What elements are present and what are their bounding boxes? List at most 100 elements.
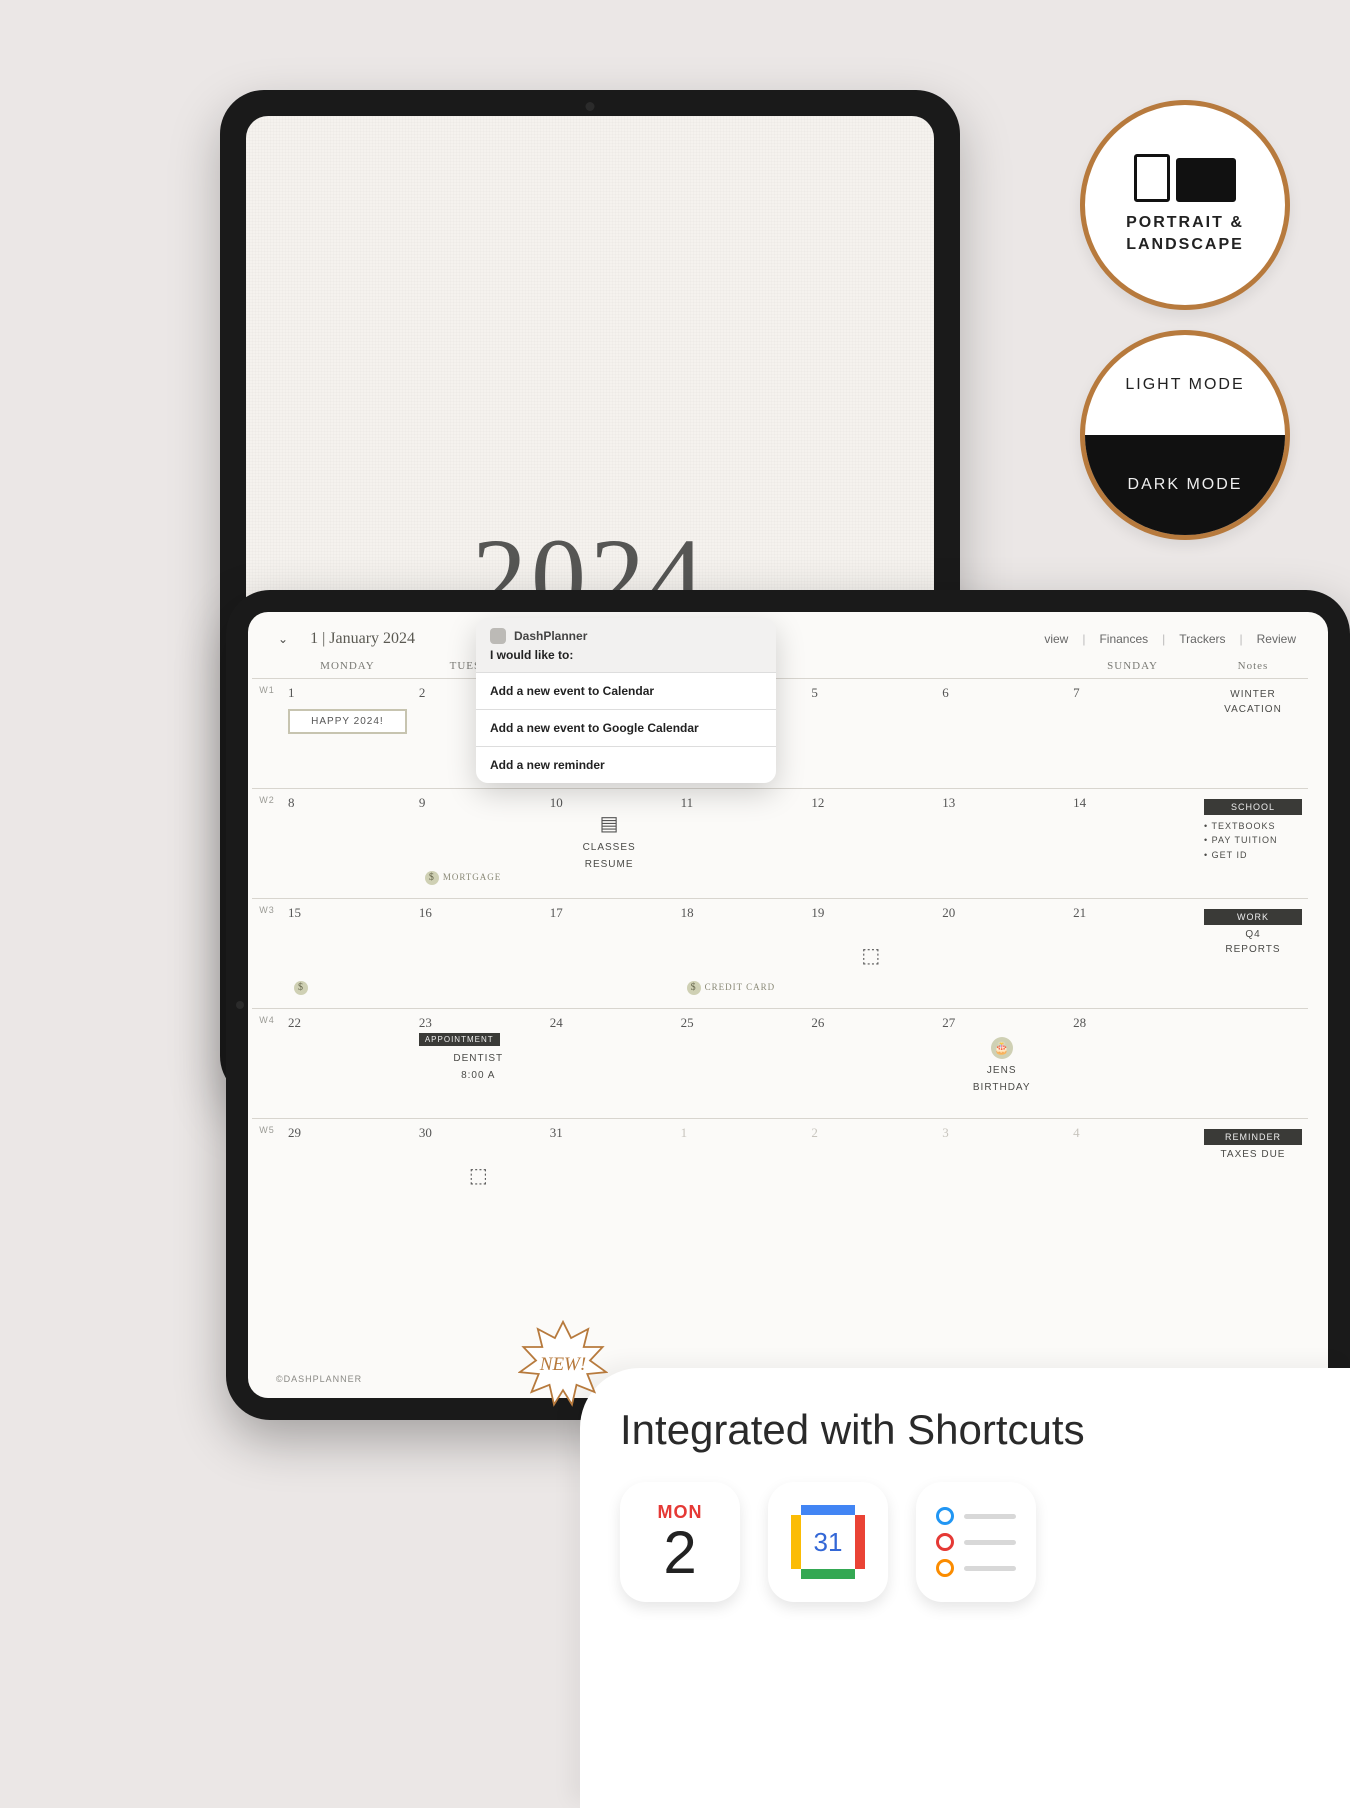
day-number: 26 — [811, 1015, 930, 1031]
planner-month-view: ⌄ 1 | January 2024 view|Finances|Tracker… — [248, 612, 1328, 1398]
notes-cell[interactable]: WORKQ4REPORTS — [1198, 899, 1308, 1008]
calendar-cell[interactable]: 26 — [805, 1009, 936, 1118]
nav-link[interactable]: Trackers — [1177, 632, 1227, 646]
money-pill: $MORTGAGE — [419, 869, 507, 887]
calendar-cell[interactable]: 18 $CREDIT CARD — [675, 899, 806, 1008]
nav-link[interactable]: Review — [1255, 632, 1298, 646]
camera-dot — [586, 102, 595, 111]
day-number: 16 — [419, 905, 538, 921]
calendar-cell[interactable]: 27🎂JENSBIRTHDAY — [936, 1009, 1067, 1118]
calendar-cell[interactable]: 28 — [1067, 1009, 1198, 1118]
day-number: 22 — [288, 1015, 407, 1031]
day-number: 11 — [681, 795, 800, 811]
calendar-cell[interactable]: 5 — [805, 679, 936, 788]
collapse-icon[interactable]: ⌄ — [278, 632, 288, 646]
calendar-cell[interactable]: 30⬚ — [413, 1119, 544, 1228]
notes-cell[interactable]: REMINDERTAXES DUE — [1198, 1119, 1308, 1228]
orientation-line1: PORTRAIT & — [1126, 214, 1244, 231]
weekday-label — [936, 660, 1067, 672]
calendar-cell[interactable]: 1 — [675, 1119, 806, 1228]
calendar-cell[interactable]: 23APPOINTMENTDENTIST8:00 A — [413, 1009, 544, 1118]
calendar-cell[interactable]: 29 — [282, 1119, 413, 1228]
note-heading: WORK — [1204, 909, 1302, 925]
week-label: W3 — [252, 899, 282, 1008]
app-icon-square — [490, 628, 506, 644]
day-number: 3 — [942, 1125, 1061, 1141]
calendar-cell[interactable]: 1HAPPY 2024! — [282, 679, 413, 788]
day-number: 5 — [811, 685, 930, 701]
box-icon: ⬚ — [419, 1163, 538, 1188]
calendar-cell[interactable]: 15$ — [282, 899, 413, 1008]
calendar-cell[interactable]: 21 — [1067, 899, 1198, 1008]
weekday-label: SUNDAY — [1067, 660, 1198, 672]
month-title: 1 | January 2024 — [310, 630, 415, 647]
day-number: 13 — [942, 795, 1061, 811]
day-number: 9 — [419, 795, 538, 811]
light-mode-label: LIGHT MODE — [1085, 335, 1285, 435]
birthday-icon: 🎂 — [991, 1037, 1013, 1059]
day-number: 1 — [681, 1125, 800, 1141]
day-number: 24 — [550, 1015, 669, 1031]
calendar-cell[interactable]: 10▤CLASSESRESUME — [544, 789, 675, 898]
calendar-cell[interactable]: 13 — [936, 789, 1067, 898]
new-label: NEW! — [540, 1354, 586, 1376]
notes-cell[interactable]: SCHOOL• TEXTBOOKS• PAY TUITION• GET ID — [1198, 789, 1308, 898]
planner-nav: view|Finances|Trackers|Review — [1042, 632, 1298, 646]
camera-dot — [236, 1001, 244, 1009]
calendar-cell[interactable]: 9 $MORTGAGE — [413, 789, 544, 898]
day-number: 4 — [1073, 1125, 1192, 1141]
calendar-cell[interactable]: 8 — [282, 789, 413, 898]
new-starburst: NEW! — [518, 1320, 608, 1410]
notes-cell[interactable]: WINTERVACATION — [1198, 679, 1308, 788]
day-number: 28 — [1073, 1015, 1192, 1031]
note-heading: SCHOOL — [1204, 799, 1302, 815]
calendar-cell[interactable]: 19⬚ — [805, 899, 936, 1008]
nav-link[interactable]: view — [1042, 632, 1070, 646]
ipad-landscape-mockup: ⌄ 1 | January 2024 view|Finances|Tracker… — [226, 590, 1350, 1420]
money-pill: $ — [288, 979, 318, 997]
calendar-cell[interactable]: 24 — [544, 1009, 675, 1118]
calendar-cell[interactable]: 12 — [805, 789, 936, 898]
calendar-week-row: W52930⬚ 31 1234 REMINDERTAXES DUE — [252, 1118, 1308, 1228]
calendar-week-row: W42223APPOINTMENTDENTIST8:00 A24252627🎂J… — [252, 1008, 1308, 1118]
nav-link[interactable]: Finances — [1097, 632, 1150, 646]
calendar-cell[interactable]: 31 — [544, 1119, 675, 1228]
calendar-cell[interactable]: 4 — [1067, 1119, 1198, 1228]
popup-option[interactable]: Add a new reminder — [476, 746, 776, 783]
calendar-cell[interactable]: 7 — [1067, 679, 1198, 788]
calendar-cell[interactable]: 2 — [805, 1119, 936, 1228]
orientation-badge: PORTRAIT & LANDSCAPE — [1080, 100, 1290, 310]
calendar-cell[interactable]: 22 — [282, 1009, 413, 1118]
day-number: 14 — [1073, 795, 1192, 811]
calendar-cell[interactable]: 6 — [936, 679, 1067, 788]
note-heading: REMINDER — [1204, 1129, 1302, 1145]
calendar-grid: W11HAPPY 2024!234567WINTERVACATIONW289$M… — [248, 678, 1328, 1228]
week-label: W1 — [252, 679, 282, 788]
day-number: 25 — [681, 1015, 800, 1031]
calendar-week-row: W315$ 16 17 18 $CREDIT CARD 19⬚2021WORKQ4REPO… — [252, 898, 1308, 1008]
calendar-cell[interactable]: 14 — [1067, 789, 1198, 898]
popup-option[interactable]: Add a new event to Calendar — [476, 672, 776, 709]
day-number: 12 — [811, 795, 930, 811]
day-number: 18 — [681, 905, 800, 921]
day-number: 6 — [942, 685, 1061, 701]
popup-prompt: I would like to: — [476, 646, 776, 672]
week-label: W5 — [252, 1119, 282, 1228]
day-number: 31 — [550, 1125, 669, 1141]
mode-badge: LIGHT MODE DARK MODE — [1080, 330, 1290, 540]
calendar-cell[interactable]: 16 — [413, 899, 544, 1008]
dollar-icon: $ — [687, 981, 701, 995]
calendar-cell[interactable]: 17 — [544, 899, 675, 1008]
money-pill: $CREDIT CARD — [681, 979, 782, 997]
popup-app-name: DashPlanner — [514, 629, 587, 643]
calendar-cell[interactable]: 20 — [936, 899, 1067, 1008]
calendar-cell[interactable]: 3 — [936, 1119, 1067, 1228]
apple-calendar-icon: MON 2 — [620, 1482, 740, 1602]
day-number: 8 — [288, 795, 407, 811]
orientation-line2: LANDSCAPE — [1126, 236, 1244, 253]
day-number: 1 — [288, 685, 407, 701]
calendar-cell[interactable]: 25 — [675, 1009, 806, 1118]
notes-cell[interactable] — [1198, 1009, 1308, 1118]
calendar-cell[interactable]: 11 — [675, 789, 806, 898]
popup-option[interactable]: Add a new event to Google Calendar — [476, 709, 776, 746]
